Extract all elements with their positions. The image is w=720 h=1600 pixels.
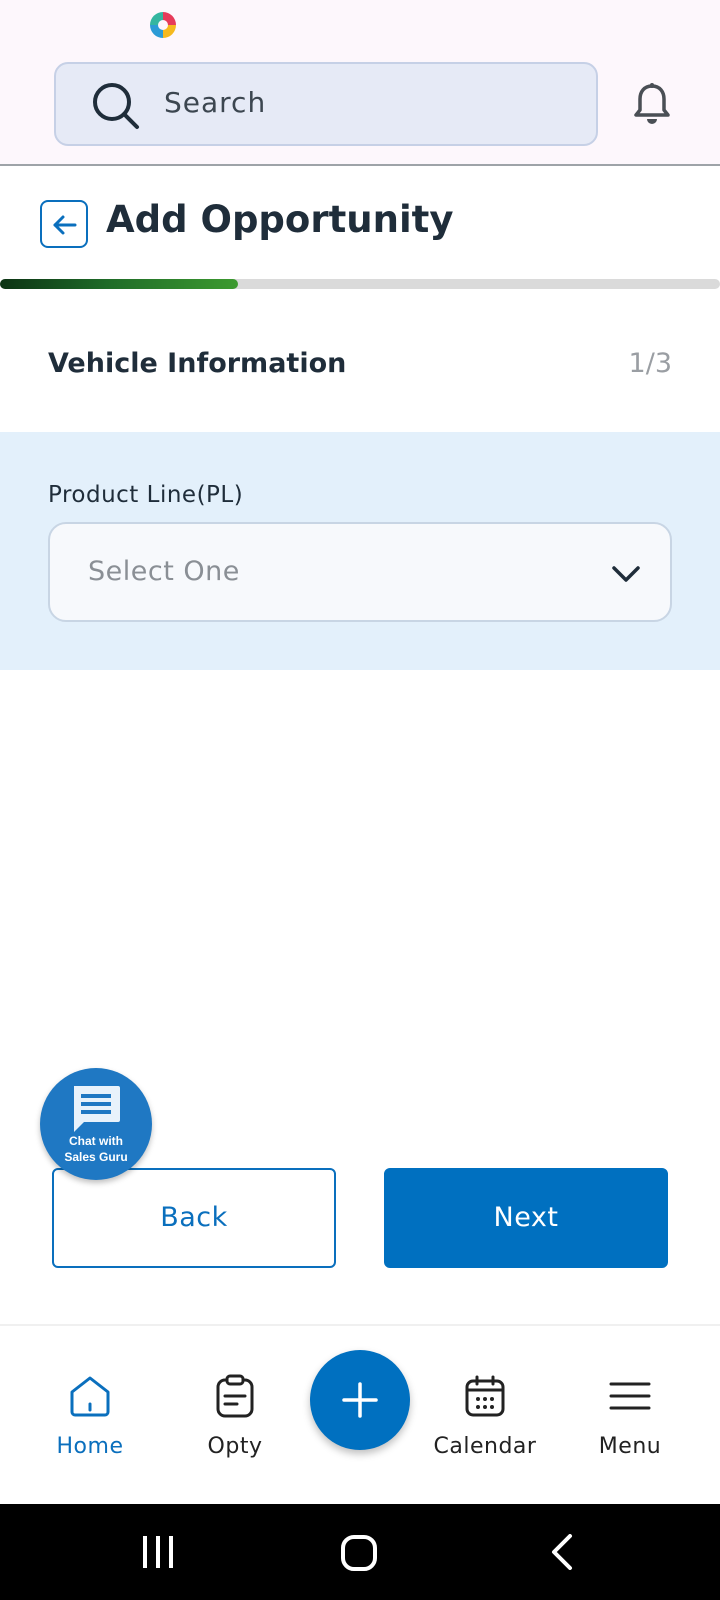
- chat-label-line1: Chat with: [69, 1134, 123, 1148]
- arrow-left-icon: [53, 215, 77, 235]
- progress-bar: [0, 279, 720, 289]
- add-button[interactable]: [310, 1350, 410, 1450]
- system-navigation-bar: [0, 1504, 720, 1600]
- back-chevron-icon[interactable]: [548, 1534, 578, 1570]
- plus-icon: [342, 1382, 378, 1418]
- back-arrow-button[interactable]: [40, 200, 88, 248]
- nav-item-menu[interactable]: Menu: [560, 1326, 700, 1506]
- home-circle-icon[interactable]: [340, 1534, 378, 1572]
- nav-label-calendar: Calendar: [433, 1434, 537, 1459]
- page-title: Add Opportunity: [106, 198, 454, 241]
- recent-apps-icon[interactable]: [140, 1534, 176, 1570]
- app-header: Search: [0, 48, 720, 166]
- progress-fill: [0, 279, 238, 289]
- bell-icon[interactable]: [632, 82, 672, 126]
- nav-label-home: Home: [56, 1434, 124, 1459]
- search-icon: [93, 83, 139, 129]
- home-icon: [70, 1376, 110, 1417]
- nav-item-calendar[interactable]: Calendar: [415, 1326, 555, 1506]
- search-placeholder: Search: [164, 86, 267, 119]
- product-line-placeholder: Select One: [88, 556, 240, 587]
- status-bar: [0, 0, 720, 48]
- chevron-down-icon: [612, 566, 640, 582]
- hamburger-menu-icon: [609, 1382, 651, 1410]
- search-input[interactable]: Search: [54, 62, 598, 146]
- nav-item-opty[interactable]: Opty: [165, 1326, 305, 1506]
- nav-label-menu: Menu: [598, 1434, 662, 1459]
- clipboard-icon: [216, 1374, 254, 1418]
- nav-label-opty: Opty: [207, 1434, 263, 1459]
- calendar-icon: [465, 1375, 505, 1417]
- chat-with-sales-guru-button[interactable]: Chat with Sales Guru: [40, 1068, 152, 1180]
- bottom-navigation: Home Opty Calendar Menu: [0, 1324, 720, 1504]
- title-row: Add Opportunity: [0, 166, 720, 276]
- chat-icon: [74, 1086, 120, 1132]
- next-button[interactable]: Next: [384, 1168, 668, 1268]
- form-panel: Product Line(PL) Select One: [0, 432, 720, 670]
- product-line-select[interactable]: Select One: [48, 522, 672, 622]
- chat-label-line2: Sales Guru: [64, 1150, 128, 1164]
- step-counter: 1/3: [628, 348, 672, 379]
- back-button[interactable]: Back: [52, 1168, 336, 1268]
- nav-item-home[interactable]: Home: [20, 1326, 160, 1506]
- product-line-label: Product Line(PL): [48, 482, 244, 508]
- section-title: Vehicle Information: [48, 348, 347, 379]
- app-logo-icon: [150, 12, 176, 38]
